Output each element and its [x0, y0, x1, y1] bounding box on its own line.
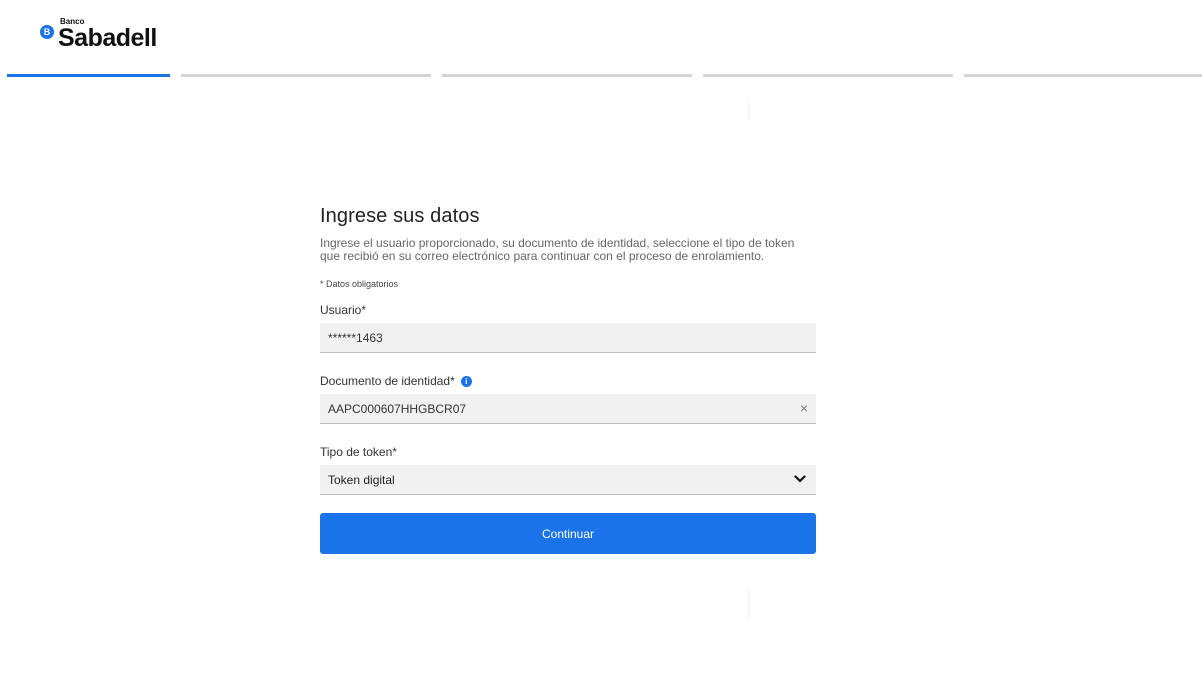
divider [748, 590, 749, 618]
documento-label-text: Documento de identidad* [320, 374, 455, 388]
progress-stepper [7, 74, 1202, 77]
info-icon[interactable]: i [460, 375, 472, 387]
token-type-select[interactable]: Token digital [320, 465, 816, 495]
enrollment-form: Ingrese sus datos Ingrese el usuario pro… [320, 205, 816, 554]
step-5 [964, 74, 1202, 77]
close-icon[interactable]: × [800, 401, 808, 415]
form-description: Ingrese el usuario proporcionado, su doc… [320, 236, 795, 263]
usuario-field[interactable] [320, 323, 816, 352]
usuario-label: Usuario* [320, 303, 816, 317]
token-selected-value: Token digital [328, 473, 395, 487]
enrollment-page: B Banco Sabadell Ingrese sus datos Ingre… [0, 0, 1202, 681]
step-1 [7, 74, 170, 77]
continue-button[interactable]: Continuar [320, 513, 816, 554]
documento-field-box: × [320, 394, 816, 424]
step-2 [181, 74, 431, 77]
usuario-field-box [320, 323, 816, 353]
page-title: Ingrese sus datos [320, 205, 480, 227]
banco-sabadell-logo[interactable]: B Banco Sabadell [40, 17, 190, 57]
step-4 [703, 74, 953, 77]
chevron-down-icon [794, 475, 806, 483]
documento-label: Documento de identidad* i [320, 374, 816, 388]
divider [748, 100, 749, 120]
token-label: Tipo de token* [320, 445, 816, 459]
logo-main-text: Sabadell [58, 24, 157, 52]
logo-badge: B [40, 25, 54, 39]
usuario-label-text: Usuario* [320, 303, 367, 317]
step-3 [442, 74, 692, 77]
documento-field[interactable] [320, 394, 816, 423]
token-label-text: Tipo de token* [320, 445, 397, 459]
required-note: * Datos obligatorios [320, 279, 399, 289]
